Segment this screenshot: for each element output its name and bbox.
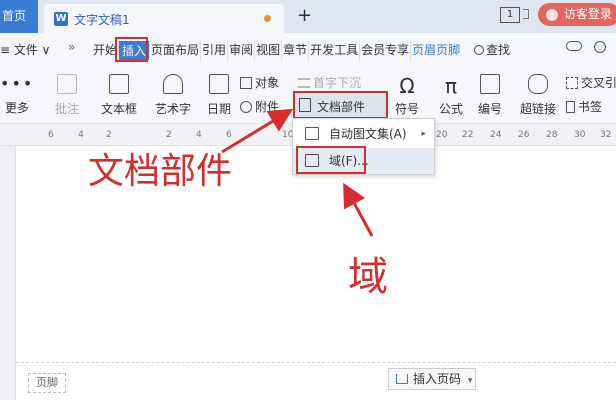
footer-label[interactable]: 页脚 xyxy=(28,373,66,393)
field-callout-text: 域 xyxy=(348,254,388,300)
chevron-down-icon: ▾ xyxy=(467,376,473,386)
page-number-icon xyxy=(396,374,408,384)
annotation-arrows xyxy=(221,108,374,237)
arrow-to-field xyxy=(343,182,374,237)
insert-page-number-button[interactable]: 插入页码 ▾ xyxy=(388,368,476,390)
insert-page-number-label: 插入页码 xyxy=(413,372,462,386)
docparts-callout-text: 文档部件 xyxy=(88,151,233,192)
